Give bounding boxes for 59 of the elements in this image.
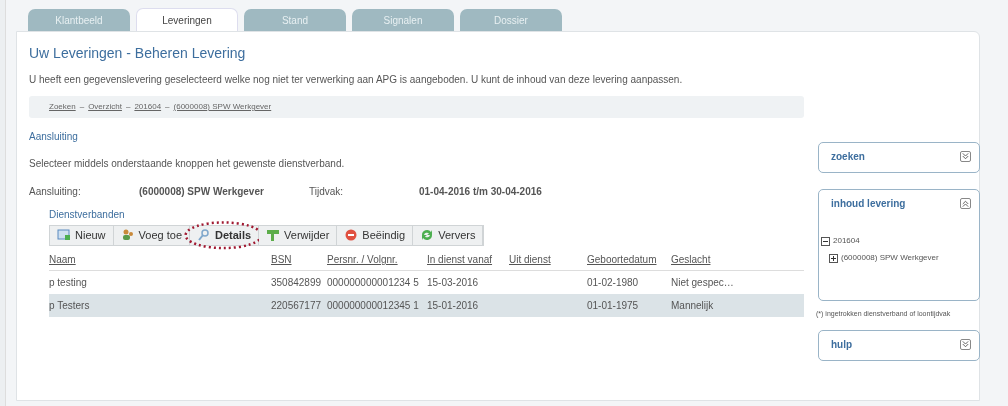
section-title: Dienstverbanden [49,208,126,222]
table-row[interactable]: p testing 350842899 000000000001234 5 15-03-2016 01-02-1980 Niet gespec… [49,270,804,295]
expand-toggle[interactable] [960,151,971,162]
search-icon [197,228,211,243]
breadcrumb-link[interactable]: 201604 [134,101,162,113]
tree-toggle[interactable] [829,253,838,263]
column-header[interactable]: Uit dienst [509,248,587,271]
column-header[interactable]: Geboortedatum [587,248,671,271]
description-text: U heeft een gegevenslevering geselecteerd welke nog niet ter verwerking aan APG is aangeboden. U kunt de inhoud van deze levering aanpassen. [29,73,684,87]
page-title: Uw Leveringen - Beheren Levering [29,44,247,63]
panel-title: zoeken [831,150,865,164]
field-label: Aansluiting: [29,185,82,199]
table-cell: 220567177 [271,300,322,312]
table-cell: p testing [49,277,87,289]
table-delete-icon [266,228,281,243]
column-header[interactable]: In dienst vanaf [427,248,509,271]
table-cell: 15-03-2016 [427,277,479,289]
column-header[interactable]: Naam [49,248,271,271]
table-cell: Mannelijk [671,300,714,312]
chevron-icon [961,151,970,162]
table-cell: 01-01-1975 [587,300,639,312]
table-cell: Niet gespec… [671,277,734,289]
tree-label[interactable]: (6000008) SPW Werkgever [841,252,939,264]
chevron-icon [961,338,970,350]
breadcrumb-separator: – [165,101,170,113]
column-header[interactable]: Geslacht [671,248,804,271]
stop-icon [344,228,359,243]
plus-icon [830,254,837,262]
panel-title: inhoud levering [831,197,906,211]
field-value: 01-04-2016 t/m 30-04-2016 [419,185,543,199]
breadcrumb-link[interactable]: Zoeken [49,101,76,113]
toolbar-button[interactable]: Verwijder [259,226,338,245]
table-cell: 000000000001234 5 [327,277,419,289]
table-cell: 01-02-1980 [587,277,639,289]
table-cell: 350842899 [271,277,322,289]
section-title: Aansluiting [29,130,79,144]
expand-toggle[interactable] [960,338,971,350]
column-header[interactable]: Persnr. / Volgnr. [327,248,427,271]
breadcrumb-link[interactable]: Overzicht [88,101,122,113]
tree-label[interactable]: 201604 [833,235,860,247]
chevron-icon [961,198,970,209]
refresh-icon [420,228,435,243]
field-value: (6000008) SPW Werkgever [139,185,265,199]
instruction-text: Selecteer middels onderstaande knoppen het gewenste dienstverband. [29,157,346,171]
breadcrumb-link[interactable]: (6000008) SPW Werkgever [173,101,272,113]
table-cell: 15-01-2016 [427,300,479,312]
column-header[interactable]: BSN [271,248,327,271]
tab[interactable]: Leveringen [136,8,238,31]
table-row[interactable]: p Testers 220567177 000000000012345 1 15-01-2016 01-01-1975 Mannelijk [49,294,804,318]
table-cell: p Testers [49,300,90,312]
new-document-icon [57,228,71,243]
field-label: Tijdvak: [309,185,345,199]
expand-toggle[interactable] [960,198,971,209]
breadcrumb-separator: – [125,101,131,113]
panel-title: hulp [831,337,853,352]
table-cell: 000000000012345 1 [327,300,419,312]
tree-toggle[interactable] [821,236,830,246]
people-icon [120,228,135,243]
breadcrumb-separator: – [79,101,85,113]
